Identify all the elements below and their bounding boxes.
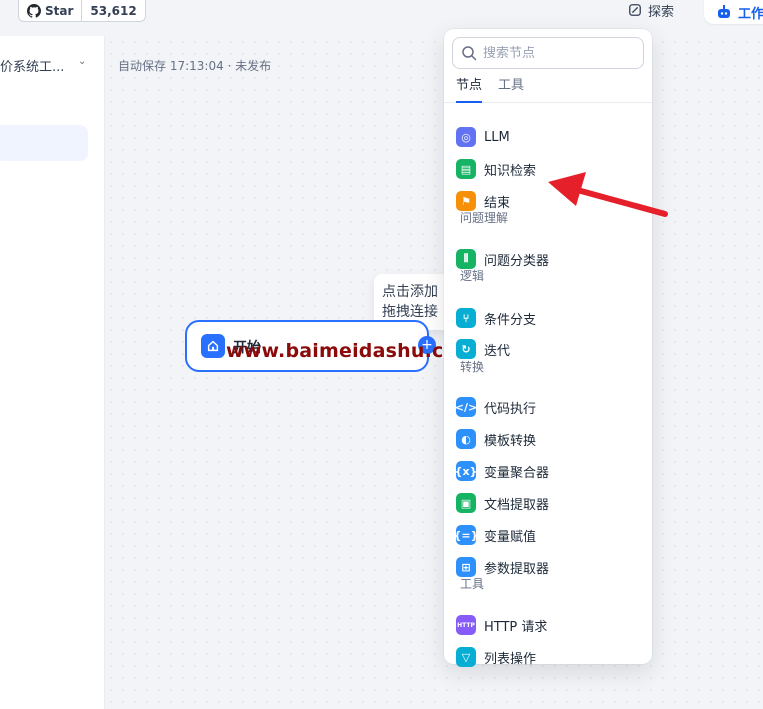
node-item[interactable]: ▣ 文档提取器: [456, 490, 549, 516]
picker-tabs: 节点 工具: [444, 75, 652, 103]
tooltip-line-2: 拖拽连接: [382, 304, 438, 320]
node-item[interactable]: </> 代码执行: [455, 394, 537, 420]
question-classifier-icon: ⫴: [456, 249, 476, 269]
github-star-button[interactable]: Star 53,612: [18, 0, 146, 22]
annotation-arrow: [548, 172, 668, 217]
parameter-extractor-icon: ⊞: [456, 557, 476, 577]
node-item-label: 变量赋值: [484, 529, 537, 545]
node-item[interactable]: ▽ 列表操作: [456, 644, 536, 670]
node-item-label: 问题分类器: [484, 253, 550, 269]
node-group-title: 问题理解: [460, 211, 509, 225]
document-extractor-icon: ▣: [456, 493, 476, 513]
node-item-label: 模板转换: [484, 433, 537, 449]
node-item-label: 结束: [484, 195, 511, 211]
node-item-label: 知识检索: [484, 163, 537, 179]
node-item[interactable]: {=} 变量赋值: [454, 522, 537, 548]
tooltip-line-1: 点击添加: [382, 284, 438, 300]
node-item-label: 迭代: [484, 343, 511, 359]
home-icon: [201, 334, 225, 358]
autosave-status: 自动保存 17:13:04 · 未发布: [118, 59, 272, 73]
tab-tools[interactable]: 工具: [498, 75, 524, 103]
variable-aggregator-icon: {x}: [455, 461, 477, 481]
node-item[interactable]: HTTP HTTP 请求: [456, 612, 547, 638]
tab-nodes[interactable]: 节点: [456, 75, 483, 103]
template-transform-icon: ◐: [456, 429, 476, 449]
workflow-canvas[interactable]: [105, 36, 763, 709]
if-else-icon: ⑂: [456, 308, 476, 328]
explore-label: 探索: [648, 4, 675, 20]
iteration-icon: ↻: [456, 339, 476, 359]
compass-icon: [629, 4, 641, 16]
github-icon: [27, 3, 41, 18]
sidebar-item-active[interactable]: [0, 125, 88, 161]
node-picker-panel: 节点 工具 ◎ LLM ▤ 知识检索 ⚑ 结束问题理解 ⫴ 问题分类器逻辑 ⑂ 条件分支 ↻ 迭代转换…: [444, 29, 652, 667]
node-group-title: 转换: [460, 360, 485, 374]
node-group-title: 逻辑: [460, 269, 485, 283]
node-item-label: 列表操作: [484, 651, 537, 667]
node-item[interactable]: ◎ LLM: [456, 124, 510, 150]
sidebar: 价系统工... ⌄: [0, 36, 105, 709]
search-icon: [462, 46, 477, 61]
node-item-label: HTTP 请求: [484, 619, 548, 635]
node-group-title: 工具: [460, 577, 485, 591]
node-item[interactable]: ▤ 知识检索: [456, 156, 536, 182]
github-star-left: Star: [19, 0, 83, 22]
node-item-label: 变量聚合器: [484, 465, 550, 481]
chevron-down-icon[interactable]: ⌄: [78, 56, 86, 67]
list-operator-icon: ▽: [456, 647, 476, 667]
node-item-label: LLM: [484, 129, 510, 145]
app-name[interactable]: 价系统工...: [0, 56, 64, 75]
node-item[interactable]: {x} 变量聚合器: [455, 458, 550, 484]
workflow-tab-label: 工作: [738, 6, 763, 22]
node-item-label: 文档提取器: [484, 497, 550, 513]
robot-icon: [718, 5, 730, 18]
llm-icon: ◎: [456, 127, 476, 147]
github-star-count: 53,612: [90, 3, 137, 18]
explore-nav[interactable]: 探索: [628, 0, 674, 20]
node-item-label: 代码执行: [484, 401, 537, 417]
node-search-box[interactable]: [452, 37, 644, 69]
node-item[interactable]: ◐ 模板转换: [456, 426, 536, 452]
node-item-label: 条件分支: [484, 312, 537, 328]
code-icon: </>: [455, 397, 477, 417]
knowledge-retrieval-icon: ▤: [456, 159, 476, 179]
node-item-label: 参数提取器: [484, 561, 550, 577]
http-request-icon: HTTP: [456, 615, 476, 635]
node-search-input[interactable]: [483, 45, 633, 61]
node-item[interactable]: ⑂ 条件分支: [456, 305, 536, 331]
variable-assigner-icon: {=}: [454, 525, 478, 545]
github-star-label: Star: [45, 3, 74, 18]
end-icon: ⚑: [456, 191, 476, 211]
workflow-tab[interactable]: 工作: [704, 0, 763, 24]
